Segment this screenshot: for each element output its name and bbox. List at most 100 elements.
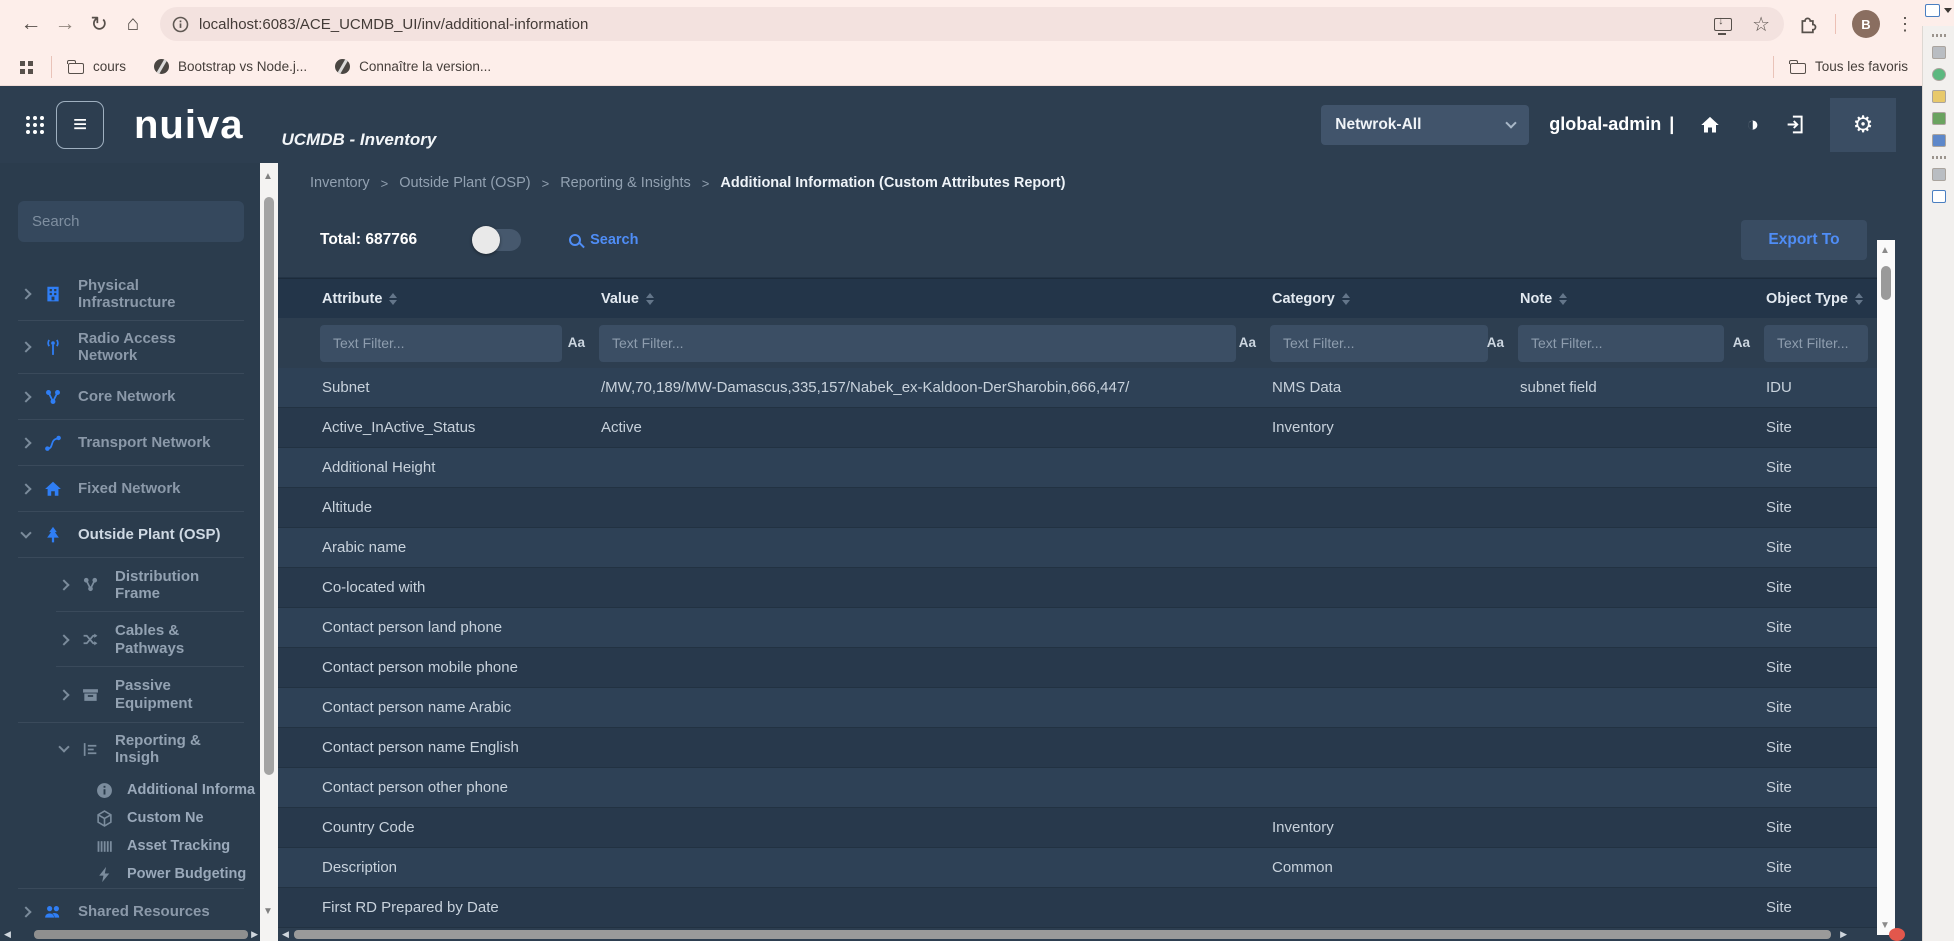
sidebar-item-distribution-frame[interactable]: Distribution Frame [0,558,260,613]
table-row[interactable]: Contact person mobile phoneSite [278,648,1877,688]
hamburger-menu-button[interactable]: ≡ [56,101,104,149]
column-header-category[interactable]: Category [1272,291,1520,307]
sidebar-item-shared-resources[interactable]: Shared Resources [0,889,260,928]
sidebar-item-cables-pathways[interactable]: Cables & Pathways [0,612,260,667]
app-launcher-icon[interactable] [26,116,30,120]
site-info-icon[interactable] [172,16,189,33]
forward-icon[interactable]: → [48,12,82,36]
bookmark-folder-cours[interactable]: cours [68,59,126,74]
breadcrumb-reporting-insights[interactable]: Reporting & Insights [560,175,691,191]
sidebar-item-core-network[interactable]: Core Network [0,374,260,420]
table-row[interactable]: Contact person other phoneSite [278,768,1877,808]
profile-avatar[interactable]: B [1852,10,1880,38]
install-app-icon[interactable] [1714,18,1732,31]
table-row[interactable]: Contact person name ArabicSite [278,688,1877,728]
external-tool-icon[interactable] [1932,112,1946,125]
bookmark-bootstrap[interactable]: Bootstrap vs Node.j... [154,59,307,74]
scrollbar-thumb[interactable] [34,930,248,939]
scroll-down-icon[interactable]: ▼ [263,906,273,917]
external-tool-icon[interactable] [1932,46,1946,59]
home-icon[interactable] [1700,115,1720,135]
settings-button[interactable]: ⚙ [1830,98,1896,152]
apps-grid-icon[interactable] [20,61,25,66]
reload-icon[interactable]: ↻ [82,12,116,37]
table-row[interactable]: Co-located withSite [278,568,1877,608]
breadcrumb-inventory[interactable]: Inventory [310,175,370,191]
scrollbar-thumb[interactable] [294,930,1831,939]
bookmark-star-icon[interactable]: ☆ [1752,12,1770,37]
table-row[interactable]: Arabic nameSite [278,528,1877,568]
scroll-up-icon[interactable]: ▲ [1880,245,1890,256]
all-favorites[interactable]: Tous les favoris [1790,59,1908,74]
table-row[interactable]: Country CodeInventorySite [278,808,1877,848]
drag-handle[interactable] [1932,34,1946,37]
sidebar-item-asset-tracking[interactable]: Asset Tracking [0,833,260,861]
drag-handle[interactable] [1932,156,1946,159]
column-header-note[interactable]: Note [1520,291,1766,307]
logout-icon[interactable] [1785,114,1806,135]
url-text[interactable]: localhost:6083/ACE_UCMDB_UI/inv/addition… [199,16,1714,33]
sidebar-search-input[interactable] [18,201,244,242]
external-tool-icon[interactable] [1932,190,1946,203]
scroll-down-icon[interactable]: ▼ [1880,920,1890,931]
bookmark-connaitre[interactable]: Connaître la version... [335,59,491,74]
caret-down-icon[interactable] [1944,8,1952,13]
scrollbar-track[interactable]: ▲ ▼ [1877,240,1895,935]
sidebar-item-power-budgeting[interactable]: Power Budgeting [0,861,260,889]
network-selector[interactable]: Netwrok-All [1321,105,1529,145]
sidebar-item-custom-ne[interactable]: Custom Ne [0,805,260,833]
external-tool-icon[interactable] [1932,168,1946,181]
sidebar-item-additional-information[interactable]: Additional Informa [0,777,260,805]
filter-category-input[interactable] [1270,325,1488,362]
filter-toggle[interactable] [475,229,521,251]
scroll-right-icon[interactable]: ▶ [251,929,258,940]
case-sensitive-toggle[interactable]: Aa [568,335,585,350]
table-vertical-scrollbar[interactable]: ▲ ▼ [1877,163,1895,941]
scroll-right-icon[interactable]: ▶ [1840,929,1847,940]
browser-home-icon[interactable]: ⌂ [116,12,150,36]
case-sensitive-toggle[interactable]: Aa [1239,335,1256,350]
filter-value-input[interactable] [599,325,1236,362]
sidebar-item-fixed-network[interactable]: Fixed Network [0,466,260,512]
sidebar-item-transport-network[interactable]: Transport Network [0,420,260,466]
sidebar-horizontal-scrollbar[interactable]: ◀ ▶ [0,928,260,941]
column-header-object-type[interactable]: Object Type [1766,291,1877,307]
browser-menu-icon[interactable]: ⋮ [1896,14,1914,35]
url-bar[interactable]: localhost:6083/ACE_UCMDB_UI/inv/addition… [160,7,1784,41]
scrollbar-thumb[interactable] [1881,266,1891,300]
sidebar-item-reporting-insights[interactable]: Reporting & Insigh [0,722,260,777]
table-row[interactable]: AltitudeSite [278,488,1877,528]
table-row[interactable]: Contact person name EnglishSite [278,728,1877,768]
external-tool-icon[interactable] [1932,134,1946,147]
sidebar-item-physical-infrastructure[interactable]: Physical Infrastructure [0,268,260,321]
column-header-value[interactable]: Value [601,291,1272,307]
extensions-icon[interactable] [1798,14,1819,35]
export-to-button[interactable]: Export To [1741,220,1867,260]
external-window-icon[interactable] [1925,4,1940,17]
column-header-attribute[interactable]: Attribute [322,291,601,307]
external-tool-icon[interactable] [1932,90,1946,103]
scrollbar-thumb[interactable] [264,197,274,775]
case-sensitive-toggle[interactable]: Aa [1487,335,1504,350]
filter-note-input[interactable] [1518,325,1724,362]
table-horizontal-scrollbar[interactable]: ◀ ▶ [278,928,1877,941]
external-tool-icon[interactable] [1932,68,1946,81]
table-row[interactable]: Additional HeightSite [278,448,1877,488]
contrast-icon[interactable]: ◑ [1746,113,1759,137]
scroll-left-icon[interactable]: ◀ [282,929,289,940]
table-row[interactable]: Contact person land phoneSite [278,608,1877,648]
scroll-left-icon[interactable]: ◀ [4,929,11,940]
search-button[interactable]: Search [569,232,638,248]
sidebar-item-passive-equipment[interactable]: Passive Equipment [0,667,260,722]
sidebar-vertical-scrollbar[interactable]: ▲ ▼ [260,163,278,941]
sidebar-item-radio-access-network[interactable]: Radio Access Network [0,321,260,374]
breadcrumb-outside-plant[interactable]: Outside Plant (OSP) [399,175,530,191]
back-icon[interactable]: ← [14,12,48,36]
filter-attribute-input[interactable] [320,325,562,362]
filter-object-type-input[interactable] [1764,325,1868,362]
table-row[interactable]: Active_InActive_StatusActiveInventorySit… [278,408,1877,448]
table-row[interactable]: DescriptionCommonSite [278,848,1877,888]
case-sensitive-toggle[interactable]: Aa [1733,335,1750,350]
table-row[interactable]: First RD Prepared by DateSite [278,888,1877,928]
sidebar-item-outside-plant-osp[interactable]: Outside Plant (OSP) [0,512,260,558]
